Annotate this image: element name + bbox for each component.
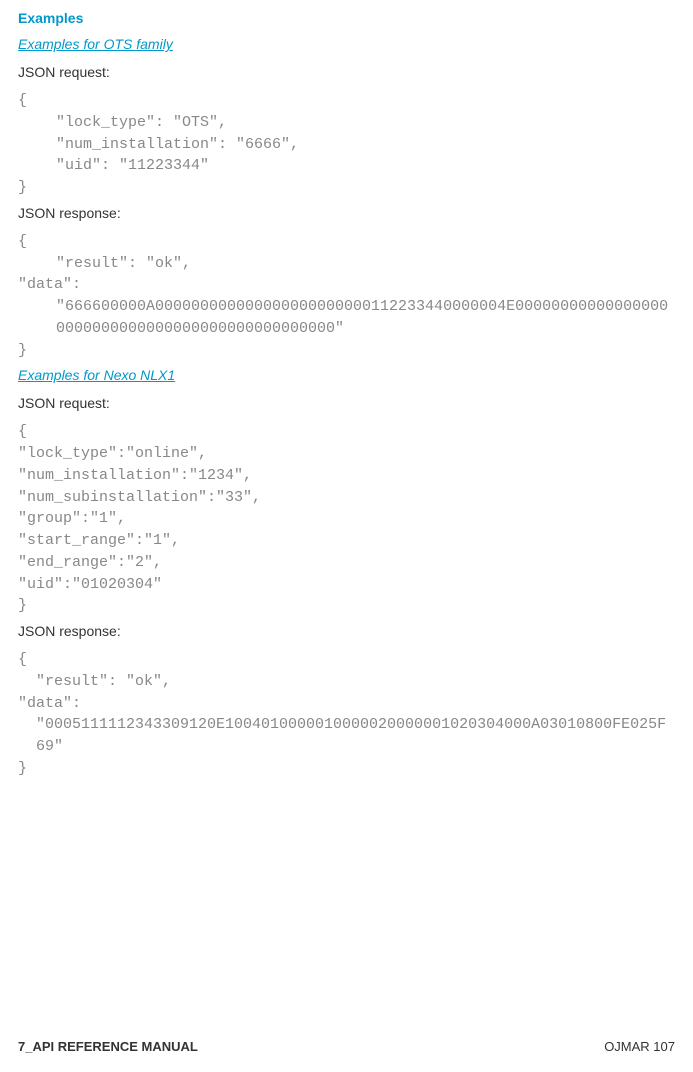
code-line: { [18, 421, 675, 443]
code-line: { [18, 90, 675, 112]
code-line: "num_installation": "6666", [18, 134, 675, 156]
code-line: "num_installation":"1234", [18, 465, 675, 487]
code-line: "group":"1", [18, 508, 675, 530]
code-line: "num_subinstallation":"33", [18, 487, 675, 509]
code-line: "uid":"01020304" [18, 574, 675, 596]
footer-right: OJMAR 107 [604, 1039, 675, 1054]
code-line: { [18, 649, 675, 671]
code-line: "data": "0005111112343309120E10040100000… [18, 693, 675, 758]
code-line: } [18, 595, 675, 617]
ots-response-code: { "result": "ok", "data": "666600000A000… [18, 231, 675, 362]
json-request-label: JSON request: [18, 395, 675, 411]
code-line: "result": "ok", [18, 671, 675, 693]
ots-family-heading: Examples for OTS family [18, 36, 675, 52]
code-line: { [18, 231, 675, 253]
page-footer: 7_API REFERENCE MANUAL OJMAR 107 [18, 1039, 675, 1054]
code-line: } [18, 177, 675, 199]
code-line: "result": "ok", [18, 253, 675, 275]
json-response-label: JSON response: [18, 623, 675, 639]
examples-heading: Examples [18, 10, 675, 26]
code-line: "end_range":"2", [18, 552, 675, 574]
json-response-label: JSON response: [18, 205, 675, 221]
nexo-nlx1-heading: Examples for Nexo NLX1 [18, 367, 675, 383]
code-line: "lock_type":"online", [18, 443, 675, 465]
code-line: } [18, 758, 675, 780]
code-line: } [18, 340, 675, 362]
ots-request-code: { "lock_type": "OTS", "num_installation"… [18, 90, 675, 199]
footer-left: 7_API REFERENCE MANUAL [18, 1039, 198, 1054]
code-line: "uid": "11223344" [18, 155, 675, 177]
code-line: "start_range":"1", [18, 530, 675, 552]
code-line: "data": "666600000A000000000000000000000… [18, 274, 675, 339]
json-request-label: JSON request: [18, 64, 675, 80]
nexo-response-code: { "result": "ok", "data": "0005111112343… [18, 649, 675, 780]
nexo-request-code: { "lock_type":"online", "num_installatio… [18, 421, 675, 617]
code-line: "lock_type": "OTS", [18, 112, 675, 134]
